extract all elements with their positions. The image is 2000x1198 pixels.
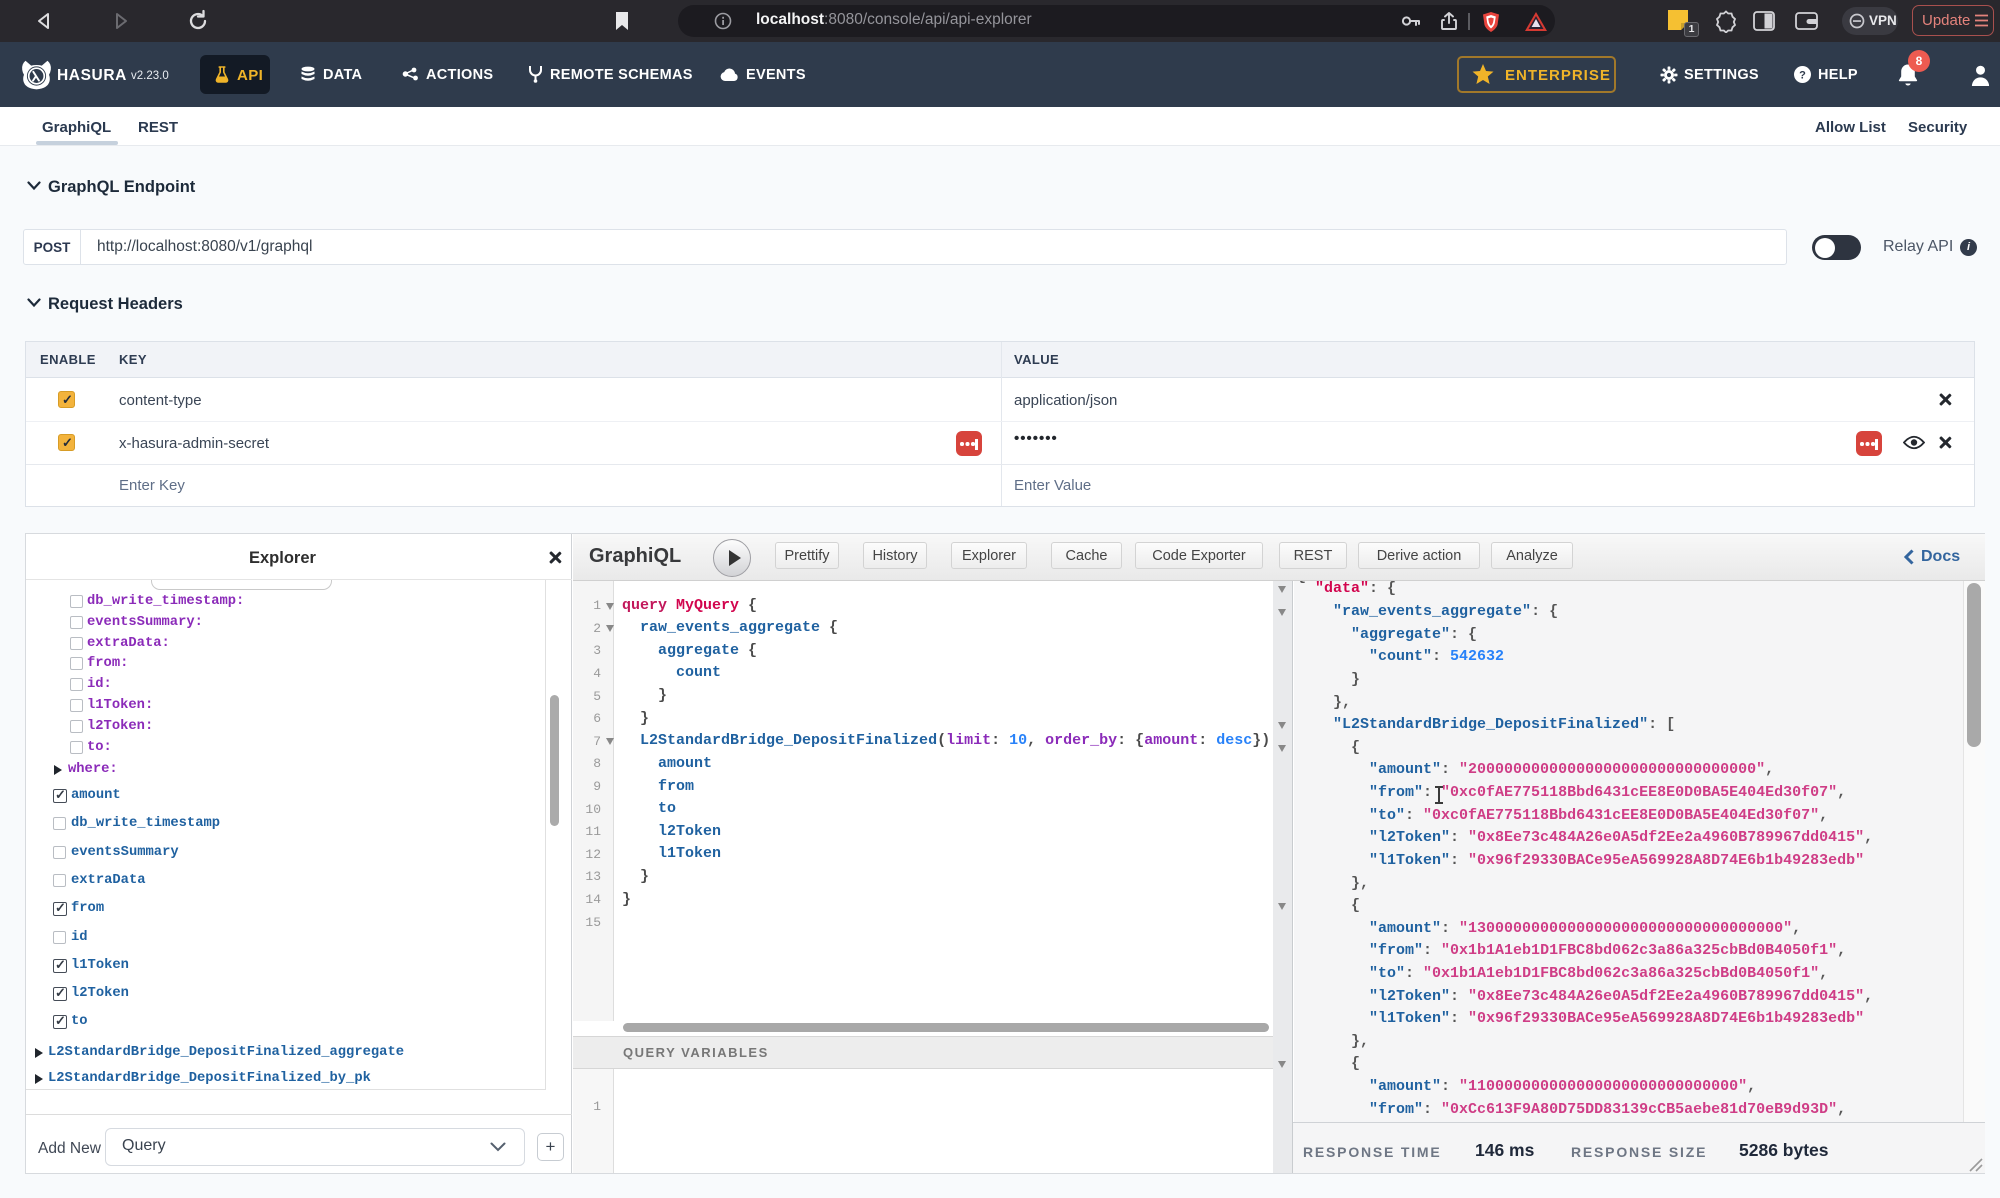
svg-text:?: ? — [1799, 70, 1806, 82]
